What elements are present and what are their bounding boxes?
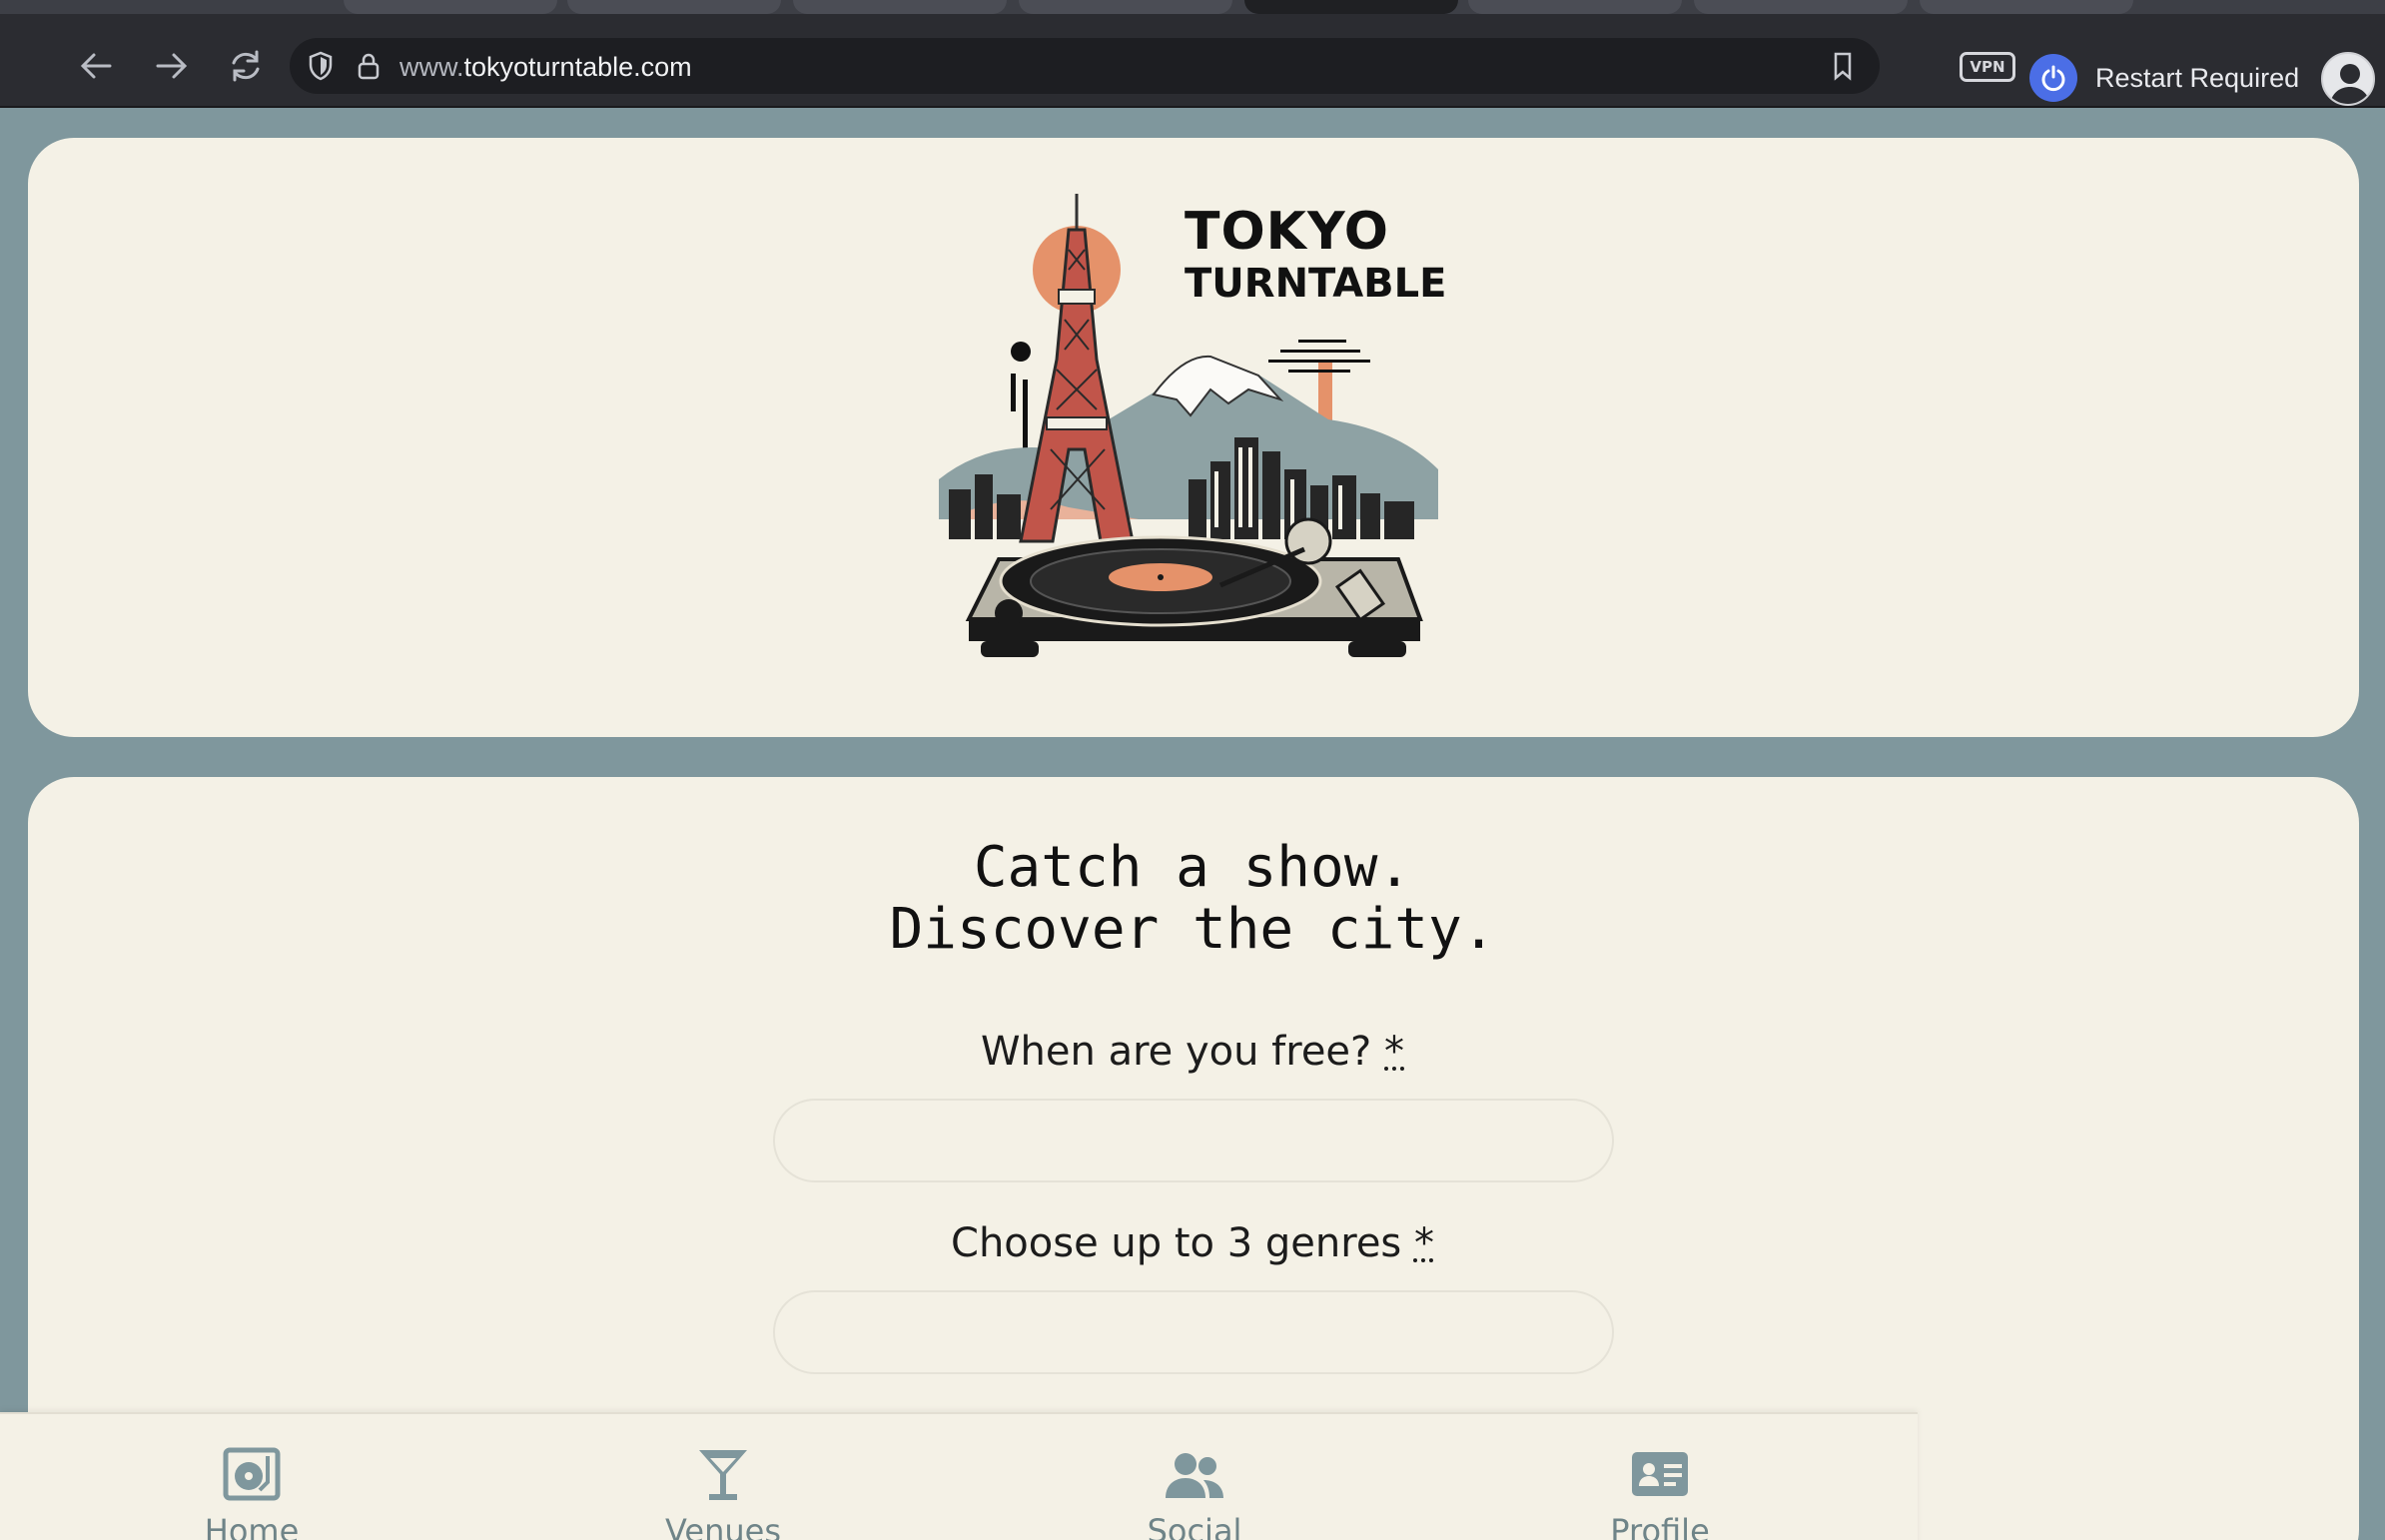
bookmark-icon[interactable] <box>1828 50 1858 82</box>
logo-line-1: TOKYO <box>1185 202 1389 262</box>
browser-tab[interactable] <box>1019 0 1232 14</box>
user-avatar-icon[interactable] <box>2321 52 2375 106</box>
headline-line-1: Catch a show. <box>973 835 1412 900</box>
nav-social-label: Social <box>1147 1512 1242 1540</box>
logo-line-2: TURNTABLE <box>1185 261 1447 307</box>
nav-venues[interactable]: Venues <box>623 1444 823 1540</box>
date-field[interactable] <box>773 1099 1614 1182</box>
bottom-nav: Home Venues Social Profile <box>0 1412 1918 1540</box>
nav-home-label: Home <box>204 1512 300 1540</box>
id-card-icon <box>1632 1452 1688 1496</box>
browser-tab[interactable] <box>1468 0 1682 14</box>
users-icon <box>1166 1453 1223 1498</box>
required-marker: * <box>1384 1029 1404 1075</box>
cocktail-icon <box>699 1450 747 1500</box>
nav-profile[interactable]: Profile <box>1560 1444 1760 1540</box>
genres-label-text: Choose up to 3 genres <box>951 1220 1402 1266</box>
reload-button[interactable] <box>224 44 268 88</box>
when-free-label-text: When are you free? <box>980 1029 1372 1075</box>
reload-icon <box>232 50 260 82</box>
url-text[interactable]: www.tokyoturntable.com <box>399 52 692 83</box>
arrow-left-icon <box>80 53 112 79</box>
lock-icon[interactable] <box>354 50 384 82</box>
headline-line-2: Discover the city. <box>889 897 1496 962</box>
back-button[interactable] <box>74 44 118 88</box>
browser-tab[interactable] <box>1920 0 2133 14</box>
logo-wordmark: TOKYO TURNTABLE <box>1185 206 1446 304</box>
shield-icon[interactable] <box>306 50 336 82</box>
url-prefix: www. <box>399 52 464 82</box>
arrow-right-icon <box>156 53 188 79</box>
nav-profile-label: Profile <box>1610 1512 1710 1540</box>
tab-strip <box>0 0 2385 14</box>
restart-required-label[interactable]: Restart Required <box>2095 63 2299 94</box>
address-bar[interactable]: www.tokyoturntable.com <box>290 38 1880 94</box>
browser-tab[interactable] <box>793 0 1007 14</box>
browser-tab[interactable] <box>344 0 557 14</box>
browser-tab-active[interactable] <box>1244 0 1458 14</box>
nav-venues-label: Venues <box>664 1512 781 1540</box>
genres-field[interactable] <box>773 1290 1614 1374</box>
when-free-label: When are you free? * <box>0 1029 2385 1075</box>
url-host: tokyoturntable.com <box>463 52 692 82</box>
page-headline: Catch a show. Discover the city. <box>0 837 2385 961</box>
vpn-button[interactable]: VPN <box>1960 52 2015 82</box>
browser-tab[interactable] <box>567 0 781 14</box>
browser-toolbar: www.tokyoturntable.com VPN Restart Requi… <box>0 14 2385 108</box>
turntable-icon <box>223 1447 281 1501</box>
nav-social[interactable]: Social <box>1095 1444 1294 1540</box>
genres-label: Choose up to 3 genres * <box>0 1220 2385 1266</box>
forward-button[interactable] <box>150 44 194 88</box>
nav-home[interactable]: Home <box>152 1444 352 1540</box>
browser-tab[interactable] <box>1694 0 1908 14</box>
power-icon[interactable] <box>2029 54 2077 102</box>
required-marker: * <box>1413 1220 1434 1266</box>
